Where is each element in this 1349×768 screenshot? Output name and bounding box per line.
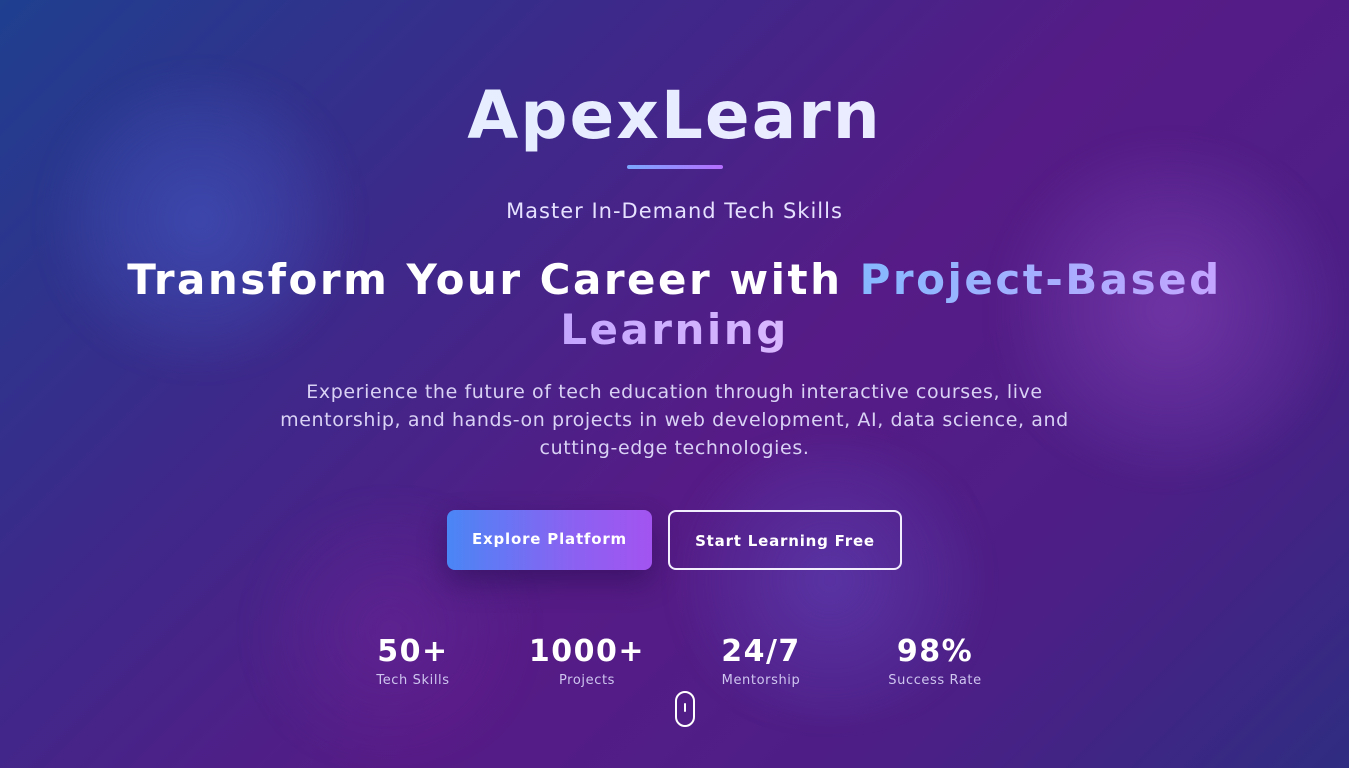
headline-text: Transform Your Career with <box>127 255 860 304</box>
stat-value: 24/7 <box>721 634 801 669</box>
start-learning-free-button[interactable]: Start Learning Free <box>668 510 902 570</box>
hero-description: Experience the future of tech education … <box>280 381 1069 459</box>
stat-label: Mentorship <box>721 673 801 688</box>
stat-label: Tech Skills <box>376 673 450 688</box>
explore-platform-button[interactable]: Explore Platform <box>447 510 652 570</box>
stat-success-rate: 98% Success Rate <box>855 634 1015 691</box>
stat-value: 98% <box>896 634 974 669</box>
stat-tech-skills: 50+ Tech Skills <box>333 634 493 691</box>
stat-value: 1000+ <box>528 634 646 669</box>
stat-label: Projects <box>558 673 616 688</box>
hero-headline: Transform Your Career with Project-Based… <box>120 255 1229 355</box>
stat-projects: 1000+ Projects <box>507 634 667 691</box>
scroll-wheel-dot <box>684 703 686 712</box>
hero-tagline: Master In-Demand Tech Skills <box>506 199 843 223</box>
stat-label: Success Rate <box>888 673 982 688</box>
brand-underline <box>627 165 723 169</box>
stat-value: 50+ <box>377 634 449 669</box>
hero-section: ApexLearn Master In-Demand Tech Skills T… <box>0 0 1349 768</box>
brand-title: ApexLearn <box>0 76 1349 156</box>
stat-mentorship: 24/7 Mentorship <box>681 634 841 691</box>
mouse-scroll-icon[interactable] <box>675 691 695 727</box>
